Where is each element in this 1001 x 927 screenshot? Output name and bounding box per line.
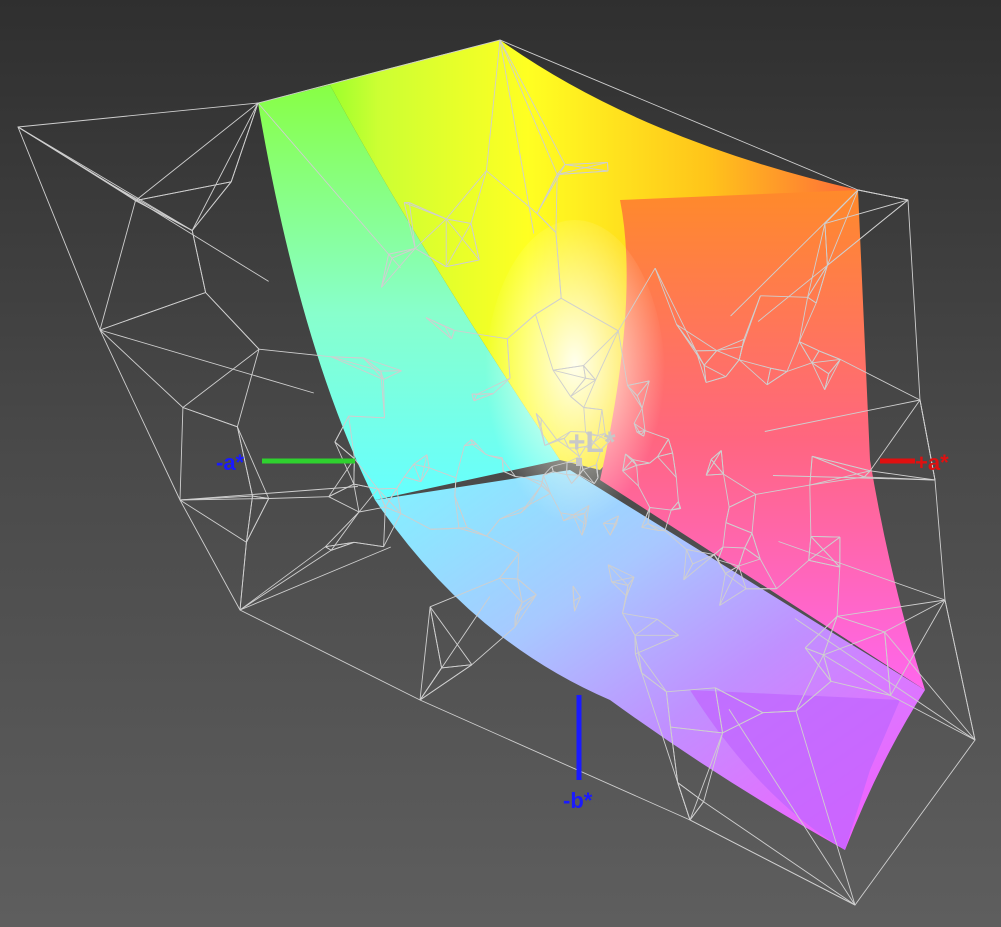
wireframe-edge xyxy=(99,292,206,331)
wireframe-radial-edge xyxy=(99,329,314,394)
wireframe-edge xyxy=(419,664,473,701)
wireframe-edge xyxy=(689,801,704,821)
wireframe-edge xyxy=(205,292,260,350)
wireframe-edge xyxy=(354,541,384,548)
wireframe-edge xyxy=(191,102,259,231)
wireframe-edge xyxy=(236,349,260,427)
plus-a-axis-label: +a* xyxy=(915,450,949,475)
wireframe-edge xyxy=(179,407,184,501)
wireframe-edge xyxy=(429,606,443,668)
wireframe-edge xyxy=(603,522,617,525)
wireframe-edge xyxy=(182,407,238,428)
wireframe-edge xyxy=(191,181,232,231)
wireframe-edge xyxy=(99,329,184,408)
wireframe-edge xyxy=(353,484,360,513)
wireframe-edge xyxy=(358,488,379,513)
wireframe-edge xyxy=(330,511,360,551)
wireframe-radial-edge xyxy=(419,596,491,701)
wireframe-edge xyxy=(429,606,473,665)
wireframe-edge xyxy=(377,487,397,490)
wireframe-edge xyxy=(419,606,431,701)
wireframe-radial-edge xyxy=(239,546,391,611)
wireframe-radial-edge xyxy=(17,126,269,282)
wireframe-edge xyxy=(191,230,207,293)
wireframe-edge xyxy=(499,577,518,580)
wireframe-edge xyxy=(677,782,704,803)
gamut-white-center xyxy=(485,220,665,540)
wireframe-edge xyxy=(325,541,355,548)
wireframe-edge xyxy=(179,499,247,543)
wireframe-edge xyxy=(135,102,259,201)
wireframe-edge xyxy=(239,549,332,611)
wireframe-edge xyxy=(17,126,193,231)
gamut-3d-view[interactable]: +L* -a* +a* -b* xyxy=(0,0,1001,927)
wireframe-edge xyxy=(328,496,360,513)
minus-a-axis-label: -a* xyxy=(216,450,245,475)
wireframe-edge xyxy=(239,542,247,611)
wireframe-edge xyxy=(944,599,976,741)
wireframe-edge xyxy=(99,200,136,331)
wireframe-edge xyxy=(471,626,516,666)
wireframe-edge xyxy=(239,546,326,611)
wireframe-edge xyxy=(572,585,575,601)
wireframe-edge xyxy=(325,546,332,551)
minus-b-axis-label: -b* xyxy=(563,788,593,813)
wireframe-edge xyxy=(268,496,329,499)
plus-L-axis-label: +L* xyxy=(568,426,616,459)
wireframe-edge xyxy=(857,189,909,201)
wireframe-edge xyxy=(230,102,259,182)
wireframe-edge xyxy=(607,162,609,172)
plus-L-axis-marker xyxy=(576,458,582,466)
wireframe-edge xyxy=(325,511,360,548)
wireframe-edge xyxy=(135,181,232,202)
